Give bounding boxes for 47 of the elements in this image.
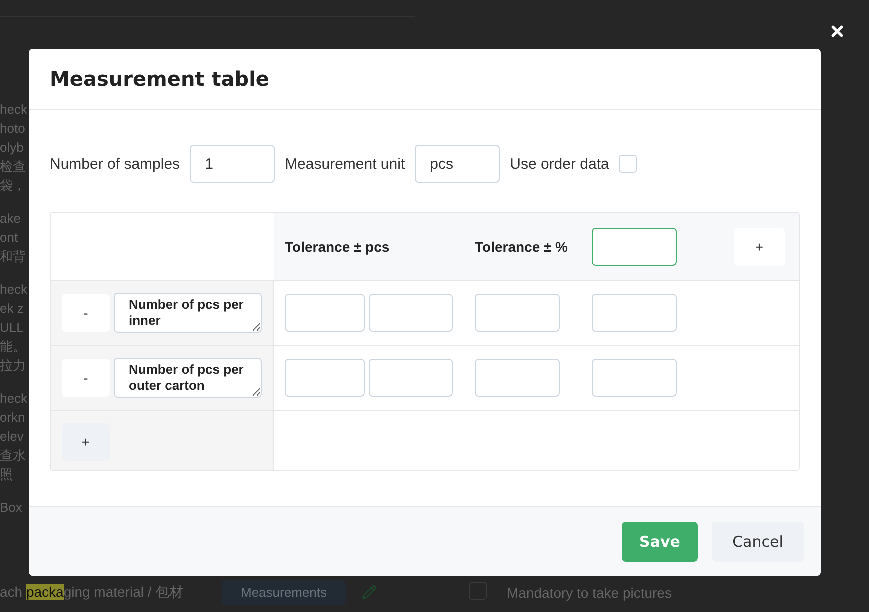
background-text: 查水 xyxy=(0,447,27,465)
background-text: heck xyxy=(0,101,28,119)
background-text: hoto xyxy=(0,120,26,138)
background-text: 能。 xyxy=(0,338,27,356)
pencil-icon[interactable] xyxy=(362,585,377,600)
input-field[interactable] xyxy=(369,294,453,332)
background-text: 袋， xyxy=(0,177,27,195)
background-text: ake xyxy=(0,210,22,228)
background-text: ont xyxy=(0,229,20,247)
input-field[interactable] xyxy=(285,294,365,332)
background-text: heck xyxy=(0,390,28,408)
add-row-button[interactable]: + xyxy=(62,423,110,461)
field-label: Measurement unit xyxy=(285,156,406,172)
background-text: ach packaging material / 包材 xyxy=(0,584,185,602)
background-text: Box xyxy=(0,499,24,517)
input-field[interactable]: pcs xyxy=(415,145,500,183)
input-field[interactable] xyxy=(475,359,560,397)
remove-row-button[interactable]: - xyxy=(62,359,110,397)
row-name-field[interactable]: Number of pcs per outer carton xyxy=(114,358,262,398)
cancel-button[interactable]: Cancel xyxy=(712,522,804,562)
input-field[interactable]: 1 xyxy=(190,145,276,183)
dialog-title: Measurement table xyxy=(50,67,270,91)
background-text: 和背 xyxy=(0,248,27,266)
input-field[interactable] xyxy=(369,359,453,397)
checkbox-label: Mandatory to take pictures xyxy=(507,584,672,600)
input-field[interactable] xyxy=(285,359,365,397)
background-text: orkn xyxy=(0,409,26,427)
background-text: 拉力 xyxy=(0,357,27,375)
background-text: heck xyxy=(0,281,28,299)
background-text: 照 xyxy=(0,466,14,484)
input-field[interactable] xyxy=(592,294,677,332)
background-text: olyb xyxy=(0,139,25,157)
column-header: Tolerance ± pcs xyxy=(285,238,390,254)
background-text: elev xyxy=(0,428,25,446)
row-name-field[interactable]: Number of pcs per inner xyxy=(114,293,262,333)
field-label: Number of samples xyxy=(50,156,180,172)
add-column-button[interactable]: + xyxy=(734,228,785,266)
checkbox-label: Use order data xyxy=(510,156,610,172)
column-name-field[interactable] xyxy=(592,228,677,266)
background-text: ULL xyxy=(0,319,25,337)
background-text: 检查 xyxy=(0,158,27,176)
close-icon[interactable] xyxy=(829,23,846,40)
input-field[interactable] xyxy=(475,294,560,332)
remove-row-button[interactable]: - xyxy=(62,294,110,332)
background-text: ek z xyxy=(0,300,25,318)
column-header: Tolerance ± % xyxy=(475,238,568,254)
input-field[interactable] xyxy=(592,359,677,397)
